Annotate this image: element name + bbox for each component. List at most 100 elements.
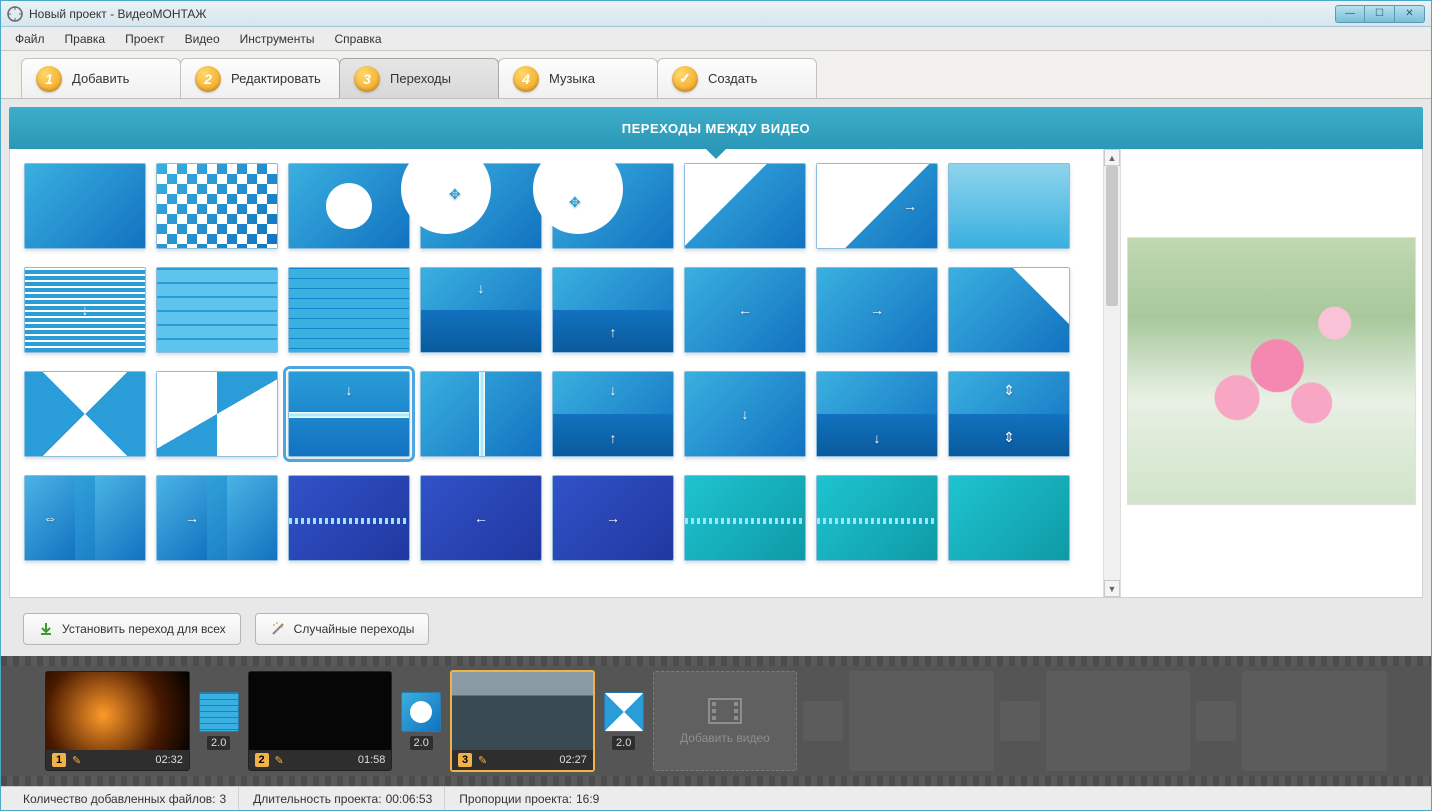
empty-clip-slot <box>849 671 994 771</box>
timeline-clip[interactable]: 1 ✎ 02:32 <box>45 671 190 771</box>
status-aspect-label: Пропорции проекта: <box>459 792 572 806</box>
preview-panel <box>1120 149 1422 597</box>
clip-thumb <box>46 672 189 750</box>
tab-label: Музыка <box>549 71 595 86</box>
tab-add[interactable]: 1 Добавить <box>21 58 181 98</box>
transition-duration: 2.0 <box>612 736 635 750</box>
status-length: Длительность проекта: 00:06:53 <box>241 787 445 810</box>
window-controls: — ☐ ✕ <box>1335 5 1425 23</box>
menu-project[interactable]: Проект <box>117 29 173 49</box>
empty-transition-slot <box>1196 701 1236 741</box>
apply-all-button[interactable]: Установить переход для всех <box>23 613 241 645</box>
tab-label: Добавить <box>72 71 129 86</box>
content-area: ✥ ✥ ✥ → ↓ ↓ ↑ ← → ↓ ↓↑ ↓ ↓ ⇕⇕ ⇔← <box>9 149 1423 598</box>
transition-thumb[interactable] <box>24 371 146 457</box>
empty-clip-slot <box>1242 671 1387 771</box>
transition-thumb[interactable]: ⇕⇕ <box>948 371 1070 457</box>
tab-transitions[interactable]: 3 Переходы <box>339 58 499 98</box>
transition-thumb[interactable] <box>156 163 278 249</box>
section-title: ПЕРЕХОДЫ МЕЖДУ ВИДЕО <box>622 121 810 136</box>
transition-thumb[interactable]: ✥ <box>420 163 542 249</box>
edit-icon[interactable]: ✎ <box>275 754 284 767</box>
window-title: Новый проект - ВидеоМОНТАЖ <box>29 7 1335 21</box>
clip-index: 2 <box>255 753 269 767</box>
transition-icon <box>401 692 441 732</box>
transition-thumb[interactable]: ↑ <box>552 267 674 353</box>
tab-badge-4: 4 <box>513 66 539 92</box>
arrow-down-icon <box>38 621 54 637</box>
status-files-label: Количество добавленных файлов: <box>23 792 215 806</box>
scroll-down-button[interactable]: ▼ <box>1104 580 1120 597</box>
scroll-thumb[interactable] <box>1106 166 1118 306</box>
transition-thumb[interactable] <box>156 371 278 457</box>
transition-duration: 2.0 <box>410 736 433 750</box>
titlebar: Новый проект - ВидеоМОНТАЖ — ☐ ✕ <box>1 1 1431 27</box>
transition-thumb[interactable] <box>948 163 1070 249</box>
transition-thumb[interactable] <box>156 267 278 353</box>
transition-thumb[interactable] <box>684 475 806 561</box>
transition-thumb[interactable]: → <box>552 475 674 561</box>
close-button[interactable]: ✕ <box>1395 5 1425 23</box>
timeline-clip-selected[interactable]: 3 ✎ 02:27 <box>450 670 595 772</box>
clip-info-bar: 3 ✎ 02:27 <box>452 750 593 770</box>
tab-badge-1: 1 <box>36 66 62 92</box>
menu-edit[interactable]: Правка <box>57 29 114 49</box>
transition-thumb[interactable]: → <box>816 267 938 353</box>
transition-thumb[interactable]: ↓ <box>684 371 806 457</box>
transition-thumb[interactable]: ← <box>420 475 542 561</box>
timeline-transition[interactable]: 2.0 <box>601 692 647 750</box>
menu-tools[interactable]: Инструменты <box>232 29 323 49</box>
clip-thumb <box>249 672 392 750</box>
minimize-button[interactable]: — <box>1335 5 1365 23</box>
edit-icon[interactable]: ✎ <box>72 754 81 767</box>
scroll-track[interactable] <box>1104 166 1120 580</box>
clip-index: 3 <box>458 753 472 767</box>
transition-thumb[interactable] <box>288 267 410 353</box>
tab-create[interactable]: Создать <box>657 58 817 98</box>
transition-thumb[interactable] <box>816 475 938 561</box>
transition-thumb[interactable]: ↓ <box>816 371 938 457</box>
transition-icon <box>604 692 644 732</box>
transition-thumb[interactable]: →⇔ <box>156 475 278 561</box>
menu-video[interactable]: Видео <box>177 29 228 49</box>
random-button[interactable]: Случайные переходы <box>255 613 430 645</box>
transition-thumb[interactable]: ↓↑ <box>552 371 674 457</box>
transition-thumb-selected[interactable]: ↓ <box>288 371 410 457</box>
clip-duration: 01:58 <box>358 754 386 766</box>
tab-music[interactable]: 4 Музыка <box>498 58 658 98</box>
transition-thumb[interactable] <box>684 163 806 249</box>
tab-badge-3: 3 <box>354 66 380 92</box>
transition-thumb[interactable] <box>24 163 146 249</box>
tab-edit[interactable]: 2 Редактировать <box>180 58 340 98</box>
transition-icon <box>199 692 239 732</box>
section-header: ПЕРЕХОДЫ МЕЖДУ ВИДЕО <box>9 107 1423 149</box>
add-video-slot[interactable]: Добавить видео <box>653 671 798 771</box>
tab-badge-check <box>672 66 698 92</box>
transition-thumb[interactable] <box>288 475 410 561</box>
timeline-transition[interactable]: 2.0 <box>398 692 444 750</box>
tab-label: Редактировать <box>231 71 321 86</box>
clip-index: 1 <box>52 753 66 767</box>
menu-file[interactable]: Файл <box>7 29 53 49</box>
timeline-clip[interactable]: 2 ✎ 01:58 <box>248 671 393 771</box>
transition-thumb[interactable]: → <box>816 163 938 249</box>
transition-thumb[interactable] <box>948 267 1070 353</box>
step-tabs: 1 Добавить 2 Редактировать 3 Переходы 4 … <box>1 51 1431 99</box>
transition-thumb[interactable] <box>420 371 542 457</box>
timeline-transition[interactable]: 2.0 <box>196 692 242 750</box>
menu-help[interactable]: Справка <box>326 29 389 49</box>
status-aspect: Пропорции проекта: 16:9 <box>447 787 611 810</box>
transition-thumb[interactable]: ⇔← <box>24 475 146 561</box>
maximize-button[interactable]: ☐ <box>1365 5 1395 23</box>
clip-thumb <box>452 672 593 750</box>
scroll-up-button[interactable]: ▲ <box>1104 149 1120 166</box>
transition-thumb[interactable]: ← <box>684 267 806 353</box>
transition-thumb[interactable]: ↓ <box>24 267 146 353</box>
gallery-scrollbar[interactable]: ▲ ▼ <box>1103 149 1120 597</box>
transition-thumb[interactable]: ↓ <box>420 267 542 353</box>
edit-icon[interactable]: ✎ <box>478 754 487 767</box>
wand-icon <box>270 621 286 637</box>
transition-thumb[interactable]: ✥ <box>288 163 410 249</box>
transition-thumb[interactable]: ✥ <box>552 163 674 249</box>
transition-thumb[interactable] <box>948 475 1070 561</box>
